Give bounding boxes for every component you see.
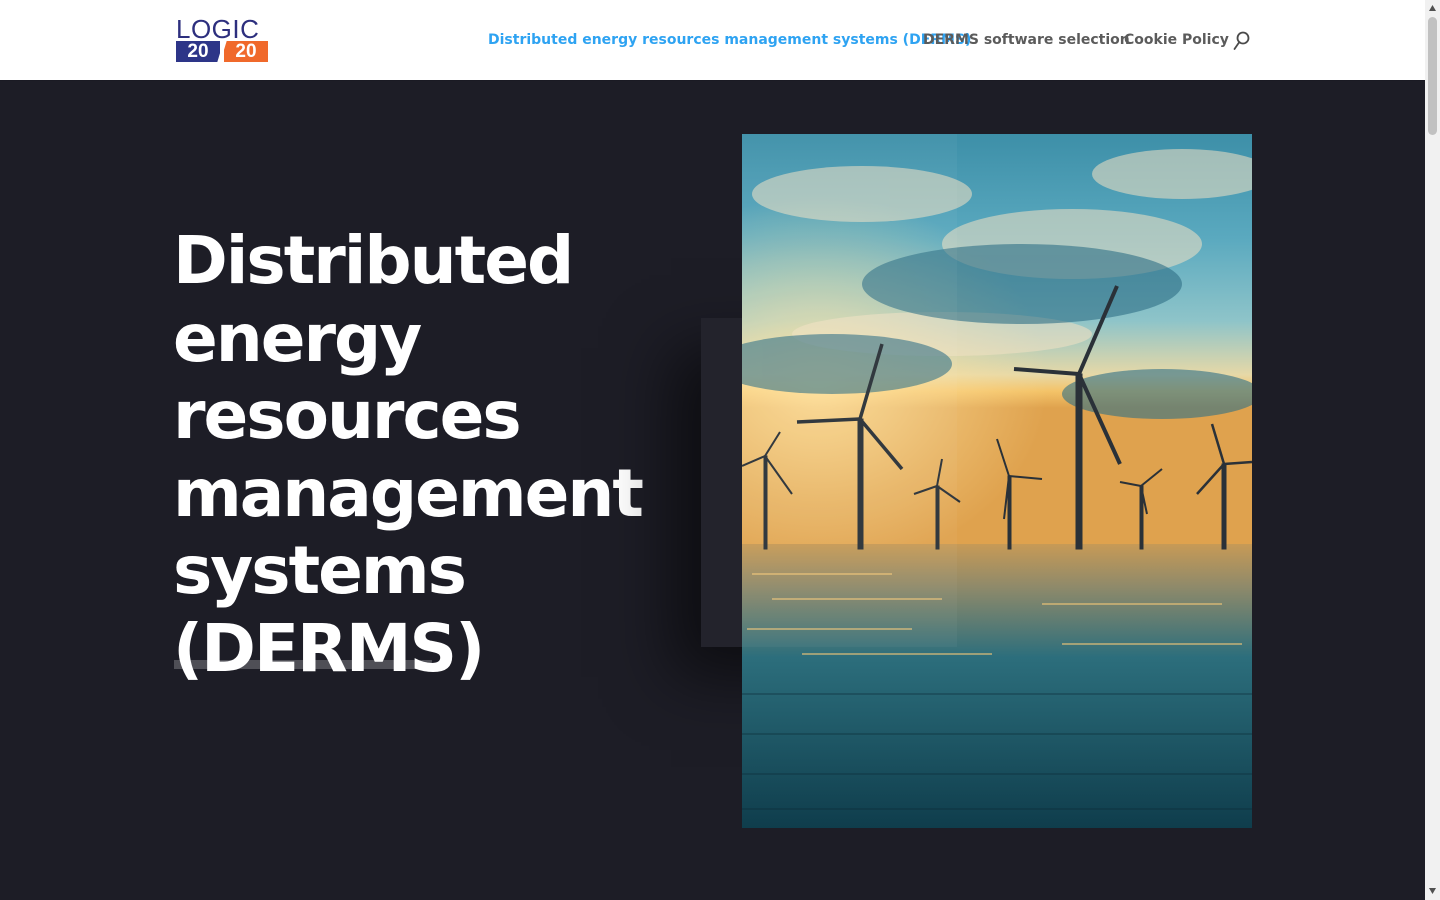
scrollbar[interactable] bbox=[1425, 0, 1440, 900]
search-icon[interactable] bbox=[1233, 31, 1251, 51]
hero-title: Distributed energy resources management … bbox=[173, 222, 644, 687]
nav-item-derms-software-selection[interactable]: DERMS software selection bbox=[923, 30, 1130, 50]
page: LOGIC 20 20 Distributed energy resources… bbox=[0, 0, 1425, 900]
scroll-up-arrow-icon[interactable] bbox=[1428, 4, 1437, 12]
hero-title-line: energy bbox=[173, 299, 422, 377]
logo[interactable]: LOGIC 20 20 bbox=[176, 14, 268, 63]
scroll-down-arrow-icon[interactable] bbox=[1428, 887, 1437, 895]
hero-title-line: resources bbox=[173, 377, 522, 454]
site-header: LOGIC 20 20 Distributed energy resources… bbox=[0, 0, 1425, 80]
logo-slash-icon bbox=[217, 40, 227, 63]
logo-numbers: 20 20 bbox=[176, 40, 268, 63]
logo-text: LOGIC bbox=[176, 14, 260, 44]
nav-item-derms[interactable]: Distributed energy resources management … bbox=[488, 30, 971, 50]
scrollbar-thumb[interactable] bbox=[1428, 17, 1437, 135]
hero-title-line: (DERMS) bbox=[173, 609, 485, 687]
logo-number-right: 20 bbox=[224, 41, 268, 62]
hero-title-line: Distributed bbox=[173, 222, 574, 299]
logo-number-left: 20 bbox=[176, 41, 220, 62]
hero-image-wind-turbines bbox=[742, 134, 1252, 828]
hero-title-line: management bbox=[173, 454, 644, 532]
hero-title-line: systems bbox=[173, 532, 467, 609]
nav-item-cookie-policy[interactable]: Cookie Policy bbox=[1124, 30, 1229, 50]
